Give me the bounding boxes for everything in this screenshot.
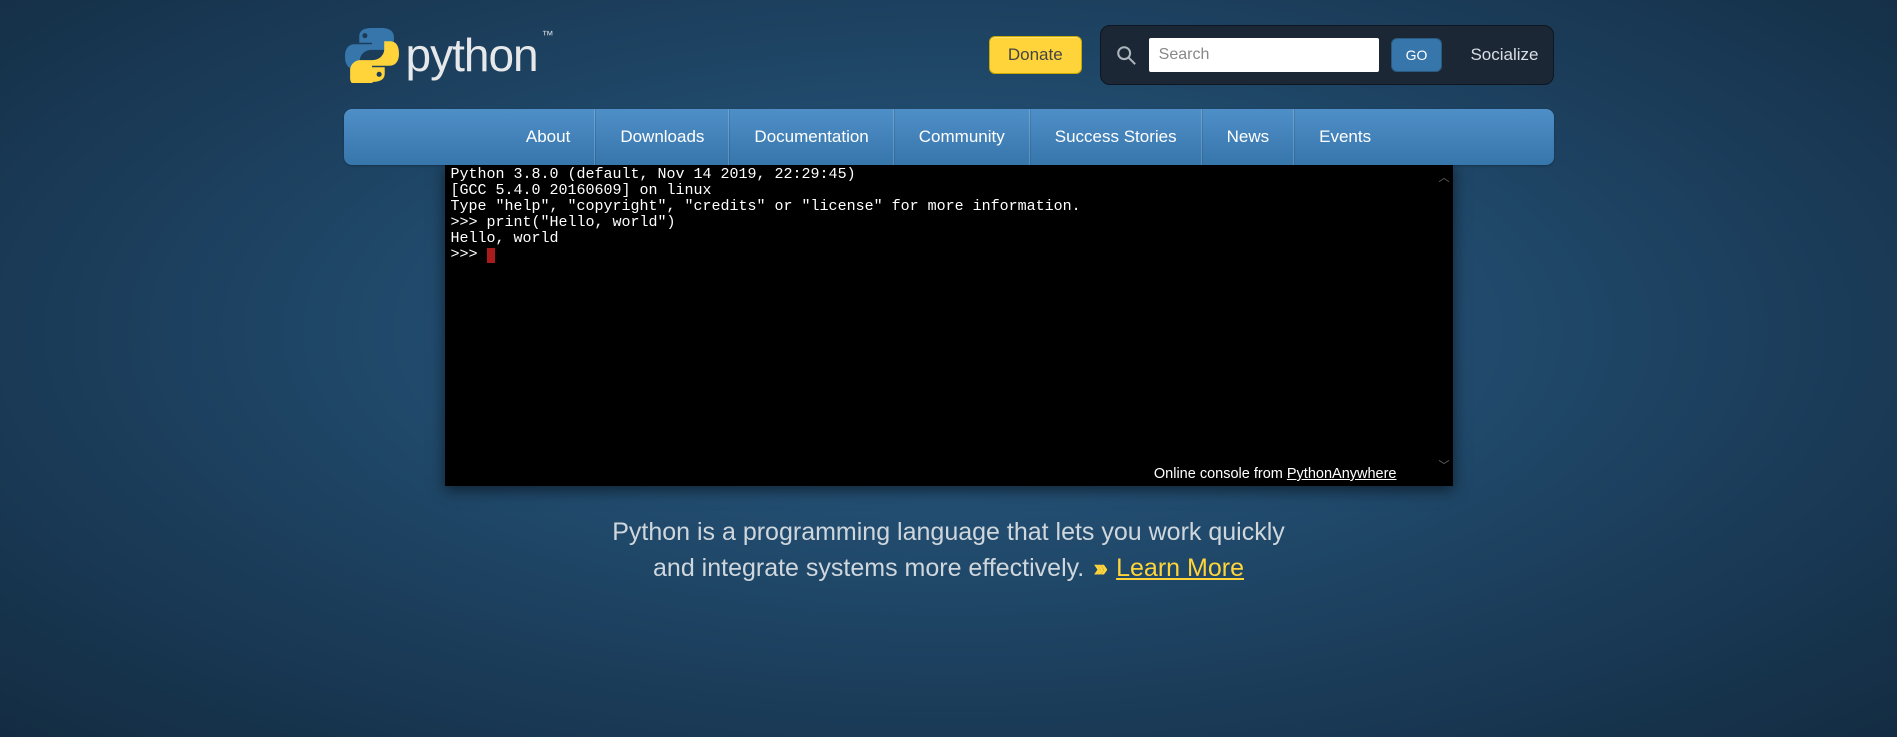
- shell-output[interactable]: Python 3.8.0 (default, Nov 14 2019, 22:2…: [445, 166, 1453, 464]
- nav-community[interactable]: Community: [894, 109, 1030, 165]
- shell-line: Type "help", "copyright", "credits" or "…: [451, 198, 1081, 215]
- main-nav: About Downloads Documentation Community …: [344, 109, 1554, 165]
- logo-text: python: [406, 28, 538, 82]
- nav-documentation[interactable]: Documentation: [729, 109, 893, 165]
- shell-line: [GCC 5.4.0 20160609] on linux: [451, 182, 712, 199]
- nav-about[interactable]: About: [502, 109, 595, 165]
- interactive-shell[interactable]: Python 3.8.0 (default, Nov 14 2019, 22:2…: [445, 163, 1453, 486]
- shell-line: Python 3.8.0 (default, Nov 14 2019, 22:2…: [451, 166, 856, 183]
- pythonanywhere-link[interactable]: PythonAnywhere: [1287, 466, 1397, 482]
- python-logo-icon: [344, 27, 400, 83]
- search-wrap: GO Socialize: [1100, 25, 1554, 85]
- nav-events[interactable]: Events: [1294, 109, 1395, 165]
- nav-news[interactable]: News: [1202, 109, 1295, 165]
- nav-success-stories[interactable]: Success Stories: [1030, 109, 1202, 165]
- tagline-line2: and integrate systems more effectively.: [653, 554, 1091, 582]
- search-icon: [1115, 44, 1137, 66]
- chevrons-icon: ›››: [1093, 554, 1103, 582]
- search-input[interactable]: [1149, 38, 1379, 72]
- scroll-down-icon[interactable]: ﹀: [1439, 457, 1450, 473]
- shell-cursor: [487, 248, 495, 263]
- search-go-button[interactable]: GO: [1391, 38, 1443, 72]
- logo[interactable]: python ™: [344, 27, 556, 83]
- scroll-up-icon[interactable]: ︿: [1439, 172, 1450, 184]
- nav-downloads[interactable]: Downloads: [595, 109, 729, 165]
- learn-more-link[interactable]: Learn More: [1116, 554, 1244, 582]
- header-bar: python ™ Donate GO Socialize: [344, 0, 1554, 95]
- socialize-link[interactable]: Socialize: [1470, 45, 1538, 65]
- shell-line: >>>: [451, 246, 487, 263]
- donate-button[interactable]: Donate: [989, 36, 1082, 74]
- tagline: Python is a programming language that le…: [449, 514, 1449, 587]
- logo-trademark: ™: [542, 28, 554, 42]
- shell-scrollbar[interactable]: ︿ ﹀: [1439, 169, 1449, 185]
- shell-line: Hello, world: [451, 230, 559, 247]
- shell-attribution: Online console from PythonAnywhere: [445, 464, 1453, 486]
- tagline-line1: Python is a programming language that le…: [612, 518, 1285, 546]
- shell-line: >>> print("Hello, world"): [451, 214, 676, 231]
- shell-attr-text: Online console from: [1154, 466, 1287, 482]
